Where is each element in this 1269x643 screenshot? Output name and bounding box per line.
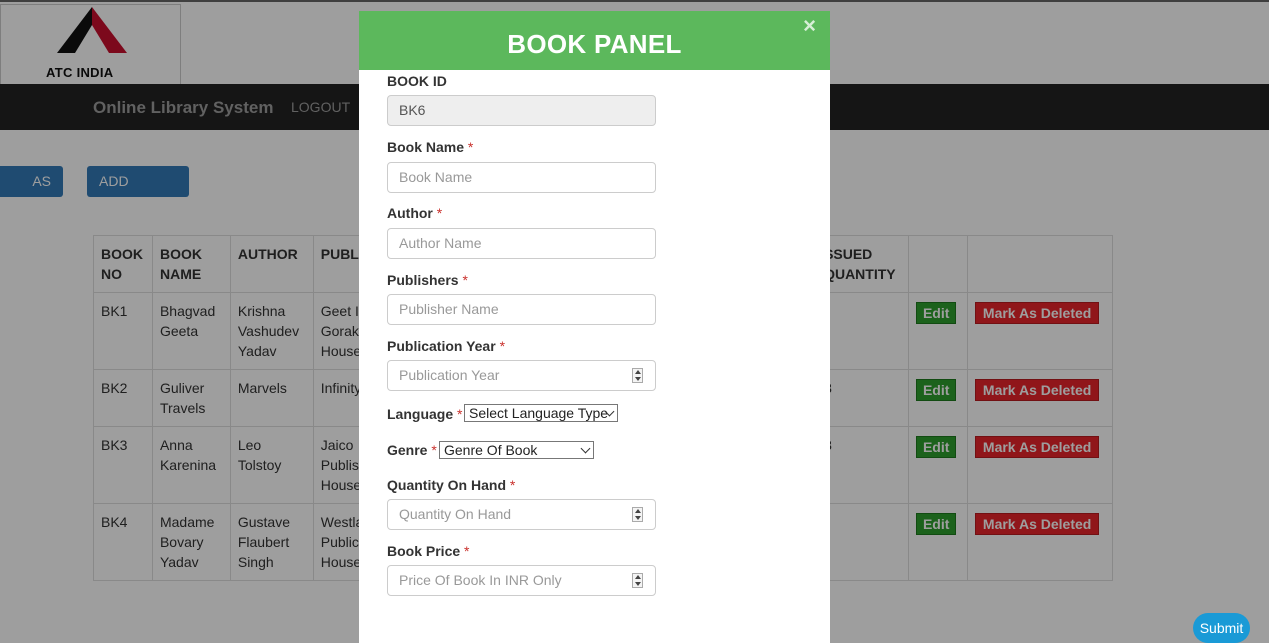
chevron-down-icon — [580, 443, 591, 454]
genre-select[interactable]: Genre Of Book — [439, 441, 594, 459]
publication-year-label: Publication Year * — [387, 338, 506, 354]
price-placeholder: Price Of Book In INR Only — [399, 572, 562, 588]
close-icon[interactable]: × — [803, 13, 816, 39]
publication-year-placeholder: Publication Year — [399, 367, 500, 383]
submit-button[interactable]: Submit — [1193, 613, 1250, 643]
modal-title: BOOK PANEL — [507, 29, 682, 59]
book-name-label: Book Name * — [387, 139, 474, 155]
genre-selected: Genre Of Book — [444, 442, 538, 458]
language-select[interactable]: Select Language Type — [464, 404, 618, 422]
quantity-placeholder: Quantity On Hand — [399, 506, 512, 522]
author-input[interactable]: Author Name — [387, 228, 656, 259]
genre-label: Genre * — [387, 442, 437, 458]
spinner-icon[interactable] — [632, 573, 643, 588]
book-panel-modal: BOOK PANEL × BOOK ID BK6 Book Name * Boo… — [359, 11, 830, 643]
modal-header: BOOK PANEL × — [359, 11, 830, 70]
price-label: Book Price * — [387, 543, 470, 559]
spinner-icon[interactable] — [632, 507, 643, 522]
book-id-label: BOOK ID — [387, 73, 447, 89]
price-input[interactable]: Price Of Book In INR Only — [387, 565, 656, 596]
publisher-input[interactable]: Publisher Name — [387, 294, 656, 325]
book-id-field[interactable]: BK6 — [387, 95, 656, 126]
language-selected: Select Language Type — [469, 405, 609, 421]
author-label: Author * — [387, 205, 443, 221]
spinner-icon[interactable] — [632, 368, 643, 383]
publication-year-input[interactable]: Publication Year — [387, 360, 656, 391]
book-name-input[interactable]: Book Name — [387, 162, 656, 193]
publishers-label: Publishers * — [387, 272, 468, 288]
language-label: Language * — [387, 406, 463, 422]
quantity-input[interactable]: Quantity On Hand — [387, 499, 656, 530]
quantity-label: Quantity On Hand * — [387, 477, 516, 493]
